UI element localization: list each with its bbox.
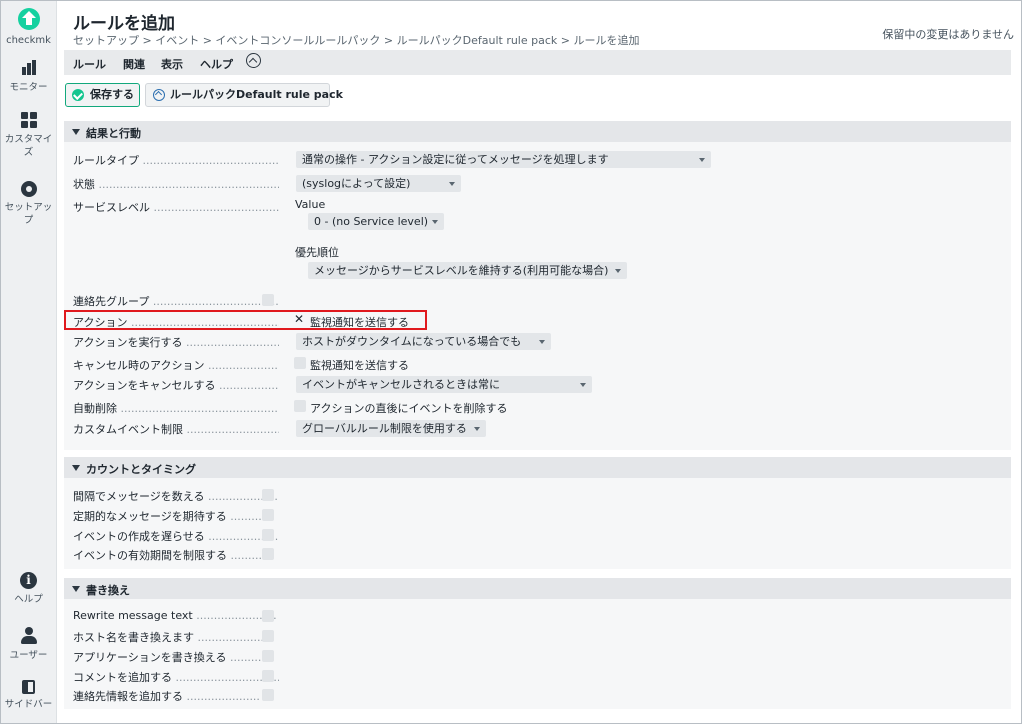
label-rewrite-host: ホスト名を書き換えます ................... (73, 631, 264, 644)
label-auto-delete: 自動削除 ...................................… (73, 402, 279, 415)
gear-icon (20, 181, 37, 197)
section-rewrite: 書き換え Rewrite message text ..............… (64, 578, 1011, 709)
chevron-down-icon (615, 269, 621, 273)
chevron-down-icon (539, 340, 545, 344)
delay-event-checkbox[interactable] (262, 529, 274, 541)
label-cancel-actions: アクションをキャンセルする ..........................… (73, 379, 279, 392)
section-header[interactable]: 書き換え (64, 578, 1011, 599)
sidebar-item-label: セットアップ (4, 202, 53, 226)
label-count-messages: 間隔でメッセージを数える ..................... (73, 490, 279, 503)
rule-type-select[interactable]: 通常の操作 - アクション設定に従ってメッセージを処理します (296, 151, 711, 168)
limit-lifetime-checkbox[interactable] (262, 548, 274, 560)
section-title: 結果と行動 (86, 127, 141, 140)
monitor-bars-icon (20, 59, 38, 77)
page-title: ルールを追加 (73, 14, 175, 34)
save-button[interactable]: 保存する (65, 83, 140, 107)
sidebar-item-label: サイドバー (4, 699, 53, 710)
rule-pack-button[interactable]: ルールパックDefault rule pack (145, 83, 343, 107)
triangle-down-icon (72, 586, 80, 592)
label-contact-group: 連絡先グループ ................................… (73, 295, 279, 308)
action-highlight-box (64, 310, 427, 330)
sidebar-icon (22, 680, 35, 694)
label-run-action: アクションを実行する .............................… (73, 336, 279, 349)
sidebar-item-user[interactable]: ユーザー (1, 627, 56, 662)
section-result: 結果と行動 ルールタイプ ...........................… (64, 121, 1011, 450)
menu-display[interactable]: 表示 (161, 56, 183, 72)
user-icon (20, 627, 38, 645)
label-rewrite-message: Rewrite message text ...................… (73, 609, 277, 622)
triangle-down-icon (72, 465, 80, 471)
sidebar-item-setup[interactable]: セットアップ (1, 181, 56, 227)
rewrite-app-checkbox[interactable] (262, 650, 274, 662)
add-comment-checkbox[interactable] (262, 670, 274, 682)
label-delay-event: イベントの作成を遅らせる ........................... (73, 530, 279, 543)
sidebar-item-label: カスタマイズ (4, 134, 53, 158)
sidebar: checkmk モニター カスタマイズ セットアップ i ヘルプ ユーザー サイ… (1, 1, 57, 723)
sidebar-item-label: モニター (9, 82, 48, 93)
chevron-up-icon[interactable] (246, 53, 261, 68)
breadcrumb[interactable]: セットアップ > イベント > イベントコンソールルールパック > ルールパック… (73, 32, 639, 48)
contact-group-checkbox[interactable] (262, 294, 274, 306)
label-limit-lifetime: イベントの有効期間を制限する ........... (73, 549, 269, 562)
chevron-down-icon (449, 182, 455, 186)
label-rule-type: ルールタイプ .................................… (73, 154, 279, 167)
label-cancel-action: キャンセル時のアクション ...........................… (73, 359, 279, 372)
arrow-up-circle-icon (153, 89, 165, 101)
sidebar-item-label: ユーザー (9, 650, 48, 661)
custom-limit-select[interactable]: グローバルルール制限を使用する (296, 420, 486, 437)
section-title: カウントとタイミング (86, 463, 196, 476)
sidebar-item-monitor[interactable]: モニター (1, 59, 56, 94)
triangle-down-icon (72, 129, 80, 135)
customize-grid-icon (20, 111, 38, 129)
section-header[interactable]: カウントとタイミング (64, 457, 1011, 478)
help-icon: i (20, 572, 37, 589)
label-add-comment: コメントを追加する ..............................… (73, 671, 279, 684)
rule-pack-button-label: ルールパックDefault rule pack (170, 88, 343, 101)
chevron-down-icon (474, 427, 480, 431)
menu-related[interactable]: 関連 (123, 56, 145, 72)
pending-changes-status[interactable]: 保留中の変更はありません (882, 26, 1014, 42)
label-custom-limit: カスタムイベント制限 .............................… (73, 423, 279, 436)
checkmk-logo-icon[interactable] (18, 8, 40, 30)
rewrite-host-checkbox[interactable] (262, 630, 274, 642)
save-button-label: 保存する (90, 88, 134, 101)
chevron-down-icon (580, 383, 586, 387)
expect-messages-checkbox[interactable] (262, 509, 274, 521)
run-action-select[interactable]: ホストがダウンタイムになっている場合でも (296, 333, 551, 350)
sidebar-item-sidebar[interactable]: サイドバー (1, 680, 56, 711)
cancel-actions-select[interactable]: イベントがキャンセルされるときは常に (296, 376, 592, 393)
label-service-level: サービスレベル ................................… (73, 201, 279, 214)
sidebar-item-help[interactable]: i ヘルプ (1, 572, 56, 606)
value-sublabel: Value (295, 198, 326, 211)
chevron-down-icon (699, 158, 705, 162)
sidebar-item-label: ヘルプ (14, 594, 43, 605)
menu-help[interactable]: ヘルプ (200, 56, 233, 72)
menu-rules[interactable]: ルール (73, 56, 106, 72)
auto-delete-value: アクションの直後にイベントを削除する (310, 402, 508, 415)
cancel-action-value: 監視通知を送信する (310, 359, 409, 372)
chevron-down-icon (432, 220, 438, 224)
label-expect-messages: 定期的なメッセージを期待する ......... (73, 510, 262, 523)
add-contact-checkbox[interactable] (262, 689, 274, 701)
label-state: 状態 .....................................… (73, 178, 279, 191)
logo-text: checkmk (6, 35, 51, 46)
rewrite-message-checkbox[interactable] (262, 610, 274, 622)
section-timing: カウントとタイミング 間隔でメッセージを数える ................… (64, 457, 1011, 569)
sidebar-item-customize[interactable]: カスタマイズ (1, 111, 56, 159)
state-select[interactable]: (syslogによって設定) (296, 175, 461, 192)
priority-sublabel: 優先順位 (295, 246, 339, 259)
priority-select[interactable]: メッセージからサービスレベルを維持する(利用可能な場合) (308, 262, 627, 279)
section-header[interactable]: 結果と行動 (64, 121, 1011, 142)
label-add-contact: 連絡先情報を追加する ..................... (73, 690, 260, 703)
section-title: 書き換え (86, 584, 130, 597)
label-rewrite-app: アプリケーションを書き換える .......... (73, 651, 265, 664)
auto-delete-checkbox[interactable] (294, 400, 306, 412)
menu-bar: ルール 関連 表示 ヘルプ (64, 50, 1011, 75)
cancel-action-checkbox[interactable] (294, 357, 306, 369)
count-messages-checkbox[interactable] (262, 489, 274, 501)
service-level-select[interactable]: 0 - (no Service level) (308, 213, 444, 230)
check-icon (72, 89, 84, 101)
